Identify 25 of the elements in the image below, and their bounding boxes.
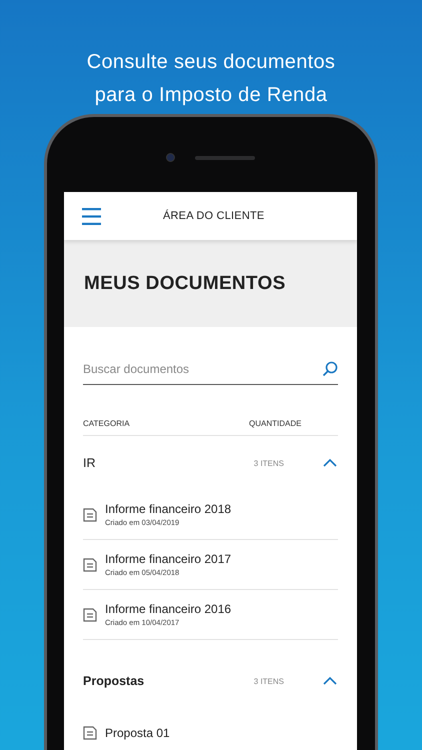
document-title: Informe financeiro 2016 — [105, 602, 232, 616]
document-icon — [83, 726, 97, 740]
column-header: QUANTIDADE — [249, 419, 302, 428]
headline: para o Imposto de Renda — [94, 83, 328, 108]
document-row[interactable]: Proposta 01 — [83, 708, 338, 750]
document-icon — [83, 608, 97, 622]
chevron-icon[interactable] — [322, 675, 338, 687]
document-title: Informe financeiro 2017 — [105, 552, 232, 566]
category-name: IR — [83, 456, 96, 470]
category-name: Propostas — [83, 674, 146, 688]
chevron-icon[interactable] — [322, 457, 338, 469]
item-count: 3 ITENS — [254, 676, 284, 686]
speaker-icon — [195, 156, 255, 160]
app-bar-title: ÁREA DO CLIENTE — [163, 210, 264, 222]
item-count: 3 ITENS — [254, 458, 284, 468]
column-header: CATEGORIA — [83, 419, 131, 428]
camera-icon — [166, 153, 175, 162]
document-title: Informe financeiro 2018 — [105, 502, 232, 516]
search-icon[interactable] — [322, 360, 338, 376]
menu-icon[interactable] — [82, 208, 101, 224]
page-title: MEUS DOCUMENTOS — [84, 272, 286, 294]
document-icon — [83, 508, 97, 522]
headline: Consulte seus documentos — [86, 50, 336, 75]
document-icon — [83, 558, 97, 572]
document-title: Proposta 01 — [105, 726, 170, 740]
